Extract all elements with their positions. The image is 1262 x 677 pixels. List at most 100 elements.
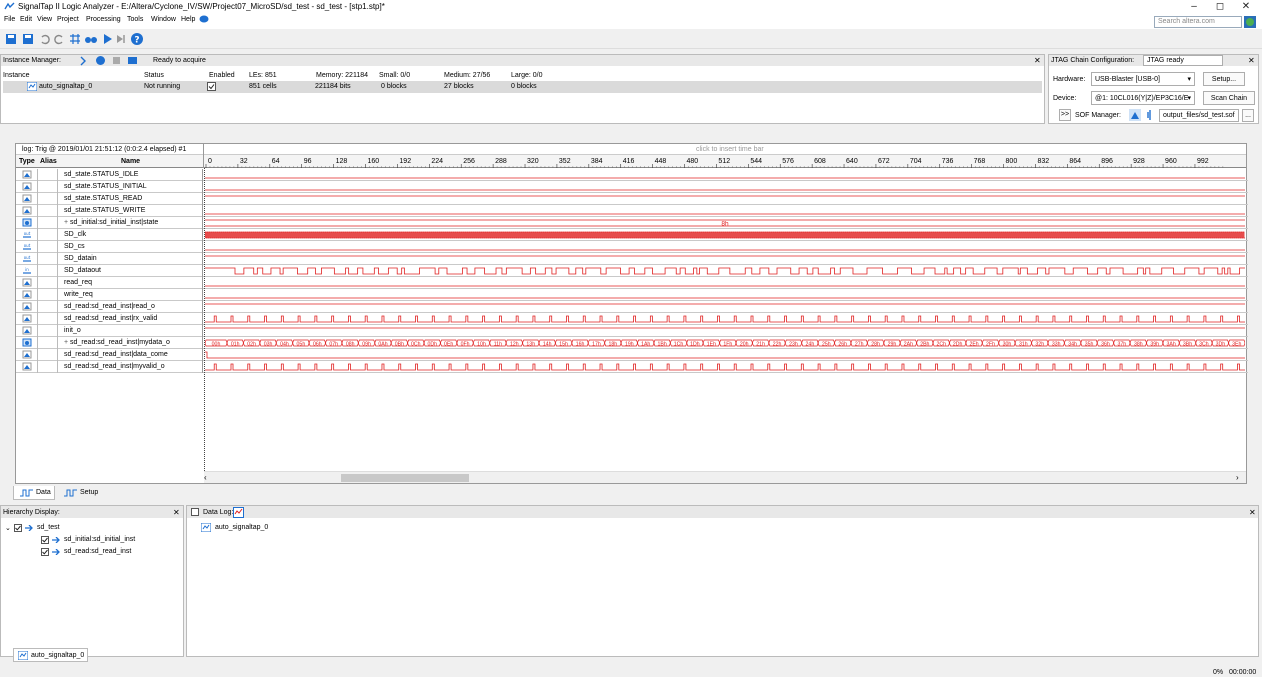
autorun-icon[interactable] (114, 32, 128, 46)
menu-processing[interactable]: Processing (86, 16, 121, 23)
redo-icon[interactable] (52, 32, 66, 46)
attach-sof-icon[interactable] (1144, 109, 1156, 121)
save-all-icon[interactable] (4, 32, 18, 46)
tab-setup[interactable]: Setup (58, 486, 106, 500)
waveform-trace[interactable] (205, 169, 1245, 181)
read-data-icon[interactable] (127, 55, 138, 66)
signal-row[interactable]: + sd_initial:sd_initial_inst|state 8h (16, 217, 1248, 229)
autorun-analysis-icon[interactable] (79, 55, 90, 66)
waveform-trace[interactable] (205, 181, 1245, 193)
signal-name[interactable]: SD_cs (58, 241, 203, 253)
signal-row[interactable]: + sd_read:sd_read_inst|mydata_o 00h 01h 02h… (16, 337, 1248, 349)
signal-name[interactable]: read_req (58, 277, 203, 289)
waveform-trace[interactable] (205, 301, 1245, 313)
tab-data[interactable]: Data (13, 486, 55, 500)
signal-name[interactable]: sd_state.STATUS_WRITE (58, 205, 203, 217)
menu-file[interactable]: File (4, 16, 15, 23)
waveform-trace[interactable] (205, 349, 1245, 361)
sof-file-field[interactable]: output_files/sd_test.sof (1159, 109, 1239, 122)
signal-row[interactable]: init_o (16, 325, 1248, 337)
device-select[interactable]: @1: 10CL016(Y|Z)/EP3C16/E ▾ (1091, 91, 1195, 105)
waveform-trace[interactable] (205, 325, 1245, 337)
signal-name[interactable]: + sd_read:sd_read_inst|mydata_o (58, 337, 203, 349)
tree-item-sd-read[interactable]: sd_read:sd_read_inst (41, 547, 181, 558)
menu-edit[interactable]: Edit (20, 16, 32, 23)
signal-row[interactable]: sd_read:sd_read_inst|rx_valid (16, 313, 1248, 325)
binoculars-icon[interactable] (84, 32, 98, 46)
waveform-trace[interactable]: 8h (205, 217, 1245, 229)
scrollbar-thumb[interactable] (341, 474, 469, 482)
stop-analysis-icon[interactable] (111, 55, 122, 66)
signal-row[interactable]: sd_state.STATUS_WRITE (16, 205, 1248, 217)
enabled-checkbox[interactable] (207, 82, 216, 91)
waveform-trace[interactable] (205, 193, 1245, 205)
signal-name[interactable]: sd_state.STATUS_READ (58, 193, 203, 205)
data-log-item[interactable]: auto_signaltap_0 (201, 523, 321, 534)
signal-row[interactable]: sd_state.STATUS_READ (16, 193, 1248, 205)
tree-item-sd-initial[interactable]: sd_initial:sd_initial_inst (41, 535, 181, 546)
signal-name[interactable]: sd_read:sd_read_inst|rx_valid (58, 313, 203, 325)
signal-name[interactable]: write_req (58, 289, 203, 301)
close-jtag-icon[interactable]: ✕ (1248, 56, 1255, 65)
menu-project[interactable]: Project (57, 16, 79, 23)
signal-name[interactable]: + sd_initial:sd_initial_inst|state (58, 217, 203, 229)
tree-checkbox[interactable] (41, 548, 49, 556)
waveform-trace[interactable] (205, 205, 1245, 217)
restore-button[interactable]: ◻ (1207, 0, 1233, 13)
close-data-log-icon[interactable]: ✕ (1249, 508, 1256, 517)
signal-row[interactable]: in SD_dataout (16, 265, 1248, 277)
globe-icon[interactable] (1244, 16, 1256, 28)
waveform-trace[interactable] (205, 289, 1245, 301)
sof-expand-button[interactable]: >> (1059, 109, 1071, 121)
run-analysis-icon[interactable] (95, 55, 106, 66)
browse-sof-button[interactable]: ... (1242, 109, 1254, 122)
signal-name[interactable]: SD_clk (58, 229, 203, 241)
minimize-button[interactable]: – (1181, 0, 1207, 13)
grid-icon[interactable] (68, 32, 82, 46)
program-device-icon[interactable] (1129, 109, 1141, 121)
menu-window[interactable]: Window (151, 16, 176, 23)
waveform-trace[interactable] (205, 253, 1245, 265)
signal-name[interactable]: sd_read:sd_read_inst|myvalid_o (58, 361, 203, 373)
signal-row[interactable]: sd_state.STATUS_INITIAL (16, 181, 1248, 193)
signal-name[interactable]: sd_state.STATUS_IDLE (58, 169, 203, 181)
tree-checkbox[interactable] (14, 524, 22, 532)
scroll-left-icon[interactable]: ‹ (204, 473, 207, 482)
tab-auto-signaltap[interactable]: auto_signaltap_0 (13, 648, 88, 662)
waveform-trace[interactable] (205, 241, 1245, 253)
signal-row[interactable]: write_req (16, 289, 1248, 301)
data-log-checkbox[interactable] (191, 508, 199, 516)
help-icon[interactable]: ? (130, 32, 144, 46)
horizontal-scrollbar[interactable]: ‹ › (204, 471, 1246, 483)
tree-item-sd-test[interactable]: ⌄ sd_test (5, 523, 175, 534)
signal-row[interactable]: out SD_cs (16, 241, 1248, 253)
signal-name[interactable]: init_o (58, 325, 203, 337)
waveform-trace[interactable]: 00h 01h 02h 03h 04h 05h 06h 07h 08h 09h 0Ah 0Bh 0Ch 0… (205, 337, 1245, 349)
signal-row[interactable]: out SD_datain (16, 253, 1248, 265)
run-icon[interactable] (100, 32, 114, 46)
signal-row[interactable]: sd_read:sd_read_inst|myvalid_o (16, 361, 1248, 373)
signal-name[interactable]: SD_dataout (58, 265, 203, 277)
signal-row[interactable]: read_req (16, 277, 1248, 289)
insert-time-bar-hint[interactable]: click to insert time bar (696, 146, 764, 153)
signal-row[interactable]: sd_read:sd_read_inst|data_come (16, 349, 1248, 361)
close-button[interactable]: ✕ (1233, 0, 1259, 13)
signal-name[interactable]: SD_datain (58, 253, 203, 265)
waveform-trace[interactable] (205, 265, 1245, 277)
hardware-select[interactable]: USB-Blaster [USB-0] ▾ (1091, 72, 1195, 86)
tree-checkbox[interactable] (41, 536, 49, 544)
scan-chain-button[interactable]: Scan Chain (1203, 91, 1255, 105)
save-icon[interactable] (21, 32, 35, 46)
signal-row[interactable]: sd_read:sd_read_inst|read_o (16, 301, 1248, 313)
setup-button[interactable]: Setup... (1203, 72, 1245, 86)
waveform-trace[interactable] (205, 229, 1245, 241)
data-log-icon[interactable] (233, 507, 244, 518)
waveform-trace[interactable] (205, 313, 1245, 325)
chat-icon[interactable] (199, 15, 209, 24)
menu-help[interactable]: Help (181, 16, 195, 23)
close-instance-manager-icon[interactable]: ✕ (1034, 56, 1041, 65)
search-input[interactable]: Search altera.com (1154, 16, 1242, 28)
instance-row[interactable]: auto_signaltap_0 Not running 851 cells 2… (3, 81, 1042, 93)
signal-name[interactable]: sd_state.STATUS_INITIAL (58, 181, 203, 193)
undo-icon[interactable] (38, 32, 52, 46)
